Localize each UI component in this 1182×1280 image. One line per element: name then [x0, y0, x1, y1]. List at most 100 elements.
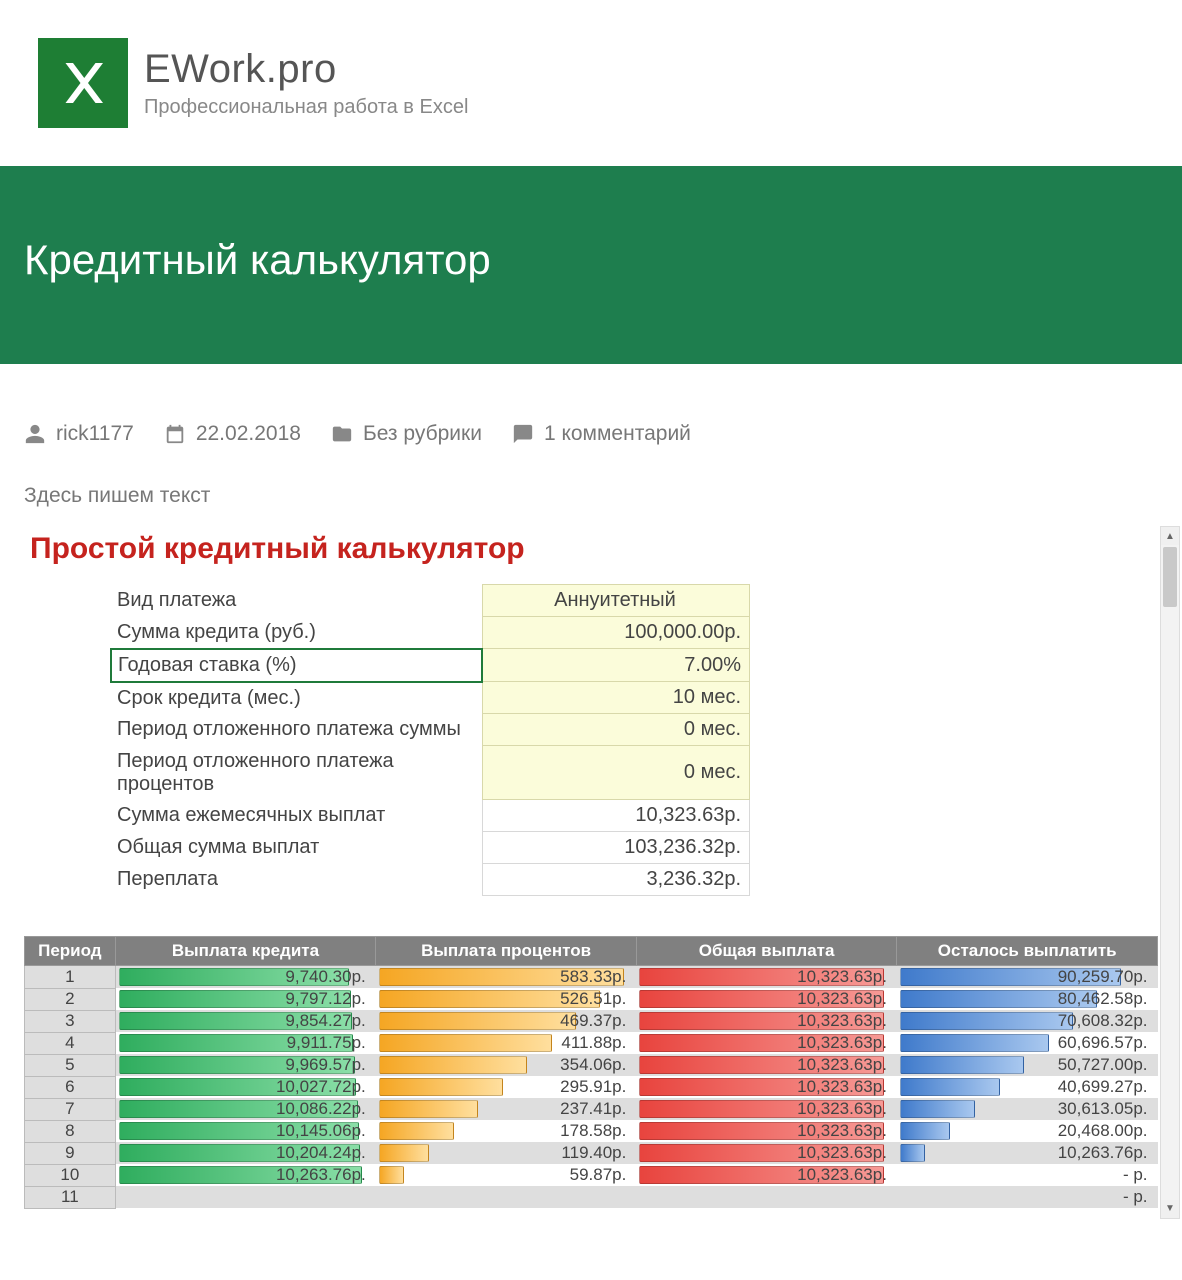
site-tagline: Профессиональная работа в Excel: [144, 96, 468, 119]
calendar-icon: [164, 423, 186, 445]
scroll-down-icon[interactable]: ▼: [1161, 1200, 1179, 1218]
calc-heading: Простой кредитный калькулятор: [24, 526, 1158, 584]
param-value[interactable]: 0 мес.: [482, 746, 749, 800]
cell-balance: 70,608.32р.: [897, 1010, 1158, 1032]
cell-period: 1: [25, 966, 116, 989]
scroll-thumb[interactable]: [1163, 547, 1177, 607]
param-value[interactable]: 0 мес.: [482, 714, 749, 746]
cell-balance: 10,263.76р.: [897, 1142, 1158, 1164]
param-value[interactable]: 100,000.00р.: [482, 617, 749, 649]
cell-value: 10,323.63р.: [640, 1120, 893, 1142]
cell-value: 10,263.76р.: [120, 1164, 372, 1186]
param-row: Годовая ставка (%)7.00%: [111, 649, 750, 682]
cell-interest: [376, 1186, 637, 1208]
user-icon: [24, 423, 46, 445]
cell-value: 9,969.57р.: [120, 1054, 372, 1076]
cell-value: 9,740.30р.: [120, 966, 372, 988]
cell-interest: 469.37р.: [376, 1010, 637, 1032]
cell-interest: 295.91р.: [376, 1076, 637, 1098]
site-header: EWork.pro Профессиональная работа в Exce…: [0, 0, 1182, 166]
cell-principal: 9,969.57р.: [115, 1054, 376, 1076]
cell-value: 119.40р.: [380, 1142, 633, 1164]
cell-principal: 9,797.12р.: [115, 988, 376, 1010]
param-label: Годовая ставка (%): [111, 649, 482, 682]
param-label: Вид платежа: [111, 585, 482, 617]
cell-total: 10,323.63р.: [636, 1164, 897, 1186]
category-name: Без рубрики: [363, 422, 482, 446]
cell-value: 60,696.57р.: [901, 1032, 1154, 1054]
cell-total: 10,323.63р.: [636, 1054, 897, 1076]
cell-value: 9,911.75р.: [120, 1032, 372, 1054]
cell-balance: 90,259.70р.: [897, 966, 1158, 989]
table-row: 39,854.27р. 469.37р. 10,323.63р.70,608.32р…: [25, 1010, 1158, 1032]
site-logo[interactable]: [38, 38, 128, 128]
cell-value: 10,323.63р.: [640, 988, 893, 1010]
cell-total: 10,323.63р.: [636, 1010, 897, 1032]
param-label: Период отложенного платежа суммы: [111, 714, 482, 746]
column-header: Осталось выплатить: [897, 937, 1158, 966]
param-value[interactable]: 7.00%: [482, 649, 749, 682]
excel-embed: Простой кредитный калькулятор Вид платеж…: [24, 526, 1158, 1219]
cell-principal: 10,145.06р.: [115, 1120, 376, 1142]
param-row: Сумма ежемесячных выплат10,323.63р.: [111, 800, 750, 832]
cell-value: 10,323.63р.: [640, 1032, 893, 1054]
cell-value: 40,699.27р.: [901, 1076, 1154, 1098]
cell-total: 10,323.63р.: [636, 1076, 897, 1098]
page-title: Кредитный калькулятор: [24, 236, 1158, 284]
cell-value: 237.41р.: [380, 1098, 633, 1120]
post-body-text: Здесь пишем текст: [0, 466, 1182, 508]
author-name: rick1177: [56, 422, 134, 446]
cell-value: 10,204.24р.: [120, 1142, 372, 1164]
cell-value: 10,027.72р.: [120, 1076, 372, 1098]
cell-period: 6: [25, 1076, 116, 1098]
cell-period: 9: [25, 1142, 116, 1164]
cell-principal: 9,911.75р.: [115, 1032, 376, 1054]
table-row: 11- р.: [25, 1186, 1158, 1208]
cell-interest: 178.58р.: [376, 1120, 637, 1142]
param-row: Период отложенного платежа процентов0 ме…: [111, 746, 750, 800]
cell-value: 10,323.63р.: [640, 1010, 893, 1032]
cell-value: 10,323.63р.: [640, 1142, 893, 1164]
cell-balance: 30,613.05р.: [897, 1098, 1158, 1120]
cell-total: 10,323.63р.: [636, 1142, 897, 1164]
scroll-up-icon[interactable]: ▲: [1161, 527, 1179, 545]
meta-date: 22.02.2018: [164, 422, 301, 446]
column-header: Выплата кредита: [115, 937, 376, 966]
cell-value: 10,145.06р.: [120, 1120, 372, 1142]
cell-principal: 9,740.30р.: [115, 966, 376, 989]
cell-period: 3: [25, 1010, 116, 1032]
column-header: Выплата процентов: [376, 937, 637, 966]
cell-total: 10,323.63р.: [636, 966, 897, 989]
param-label: Общая сумма выплат: [111, 832, 482, 864]
table-row: 1010,263.76р.59.87р.10,323.63р.- р.: [25, 1164, 1158, 1186]
cell-balance: - р.: [897, 1186, 1158, 1208]
meta-author[interactable]: rick1177: [24, 422, 134, 446]
scrollbar-vertical[interactable]: ▲ ▼: [1160, 526, 1180, 1219]
cell-interest: 354.06р.: [376, 1054, 637, 1076]
param-value[interactable]: Аннуитетный: [482, 585, 749, 617]
cell-period: 8: [25, 1120, 116, 1142]
cell-value: 9,854.27р.: [120, 1010, 372, 1032]
cell-period: 7: [25, 1098, 116, 1120]
cell-value: 469.37р.: [380, 1010, 633, 1032]
cell-total: [636, 1186, 897, 1208]
post-meta: rick1177 22.02.2018 Без рубрики 1 коммен…: [0, 364, 1182, 466]
post-date: 22.02.2018: [196, 422, 301, 446]
param-label: Сумма кредита (руб.): [111, 617, 482, 649]
param-row: Вид платежаАннуитетный: [111, 585, 750, 617]
cell-value: 10,323.63р.: [640, 1076, 893, 1098]
param-value[interactable]: 10 мес.: [482, 682, 749, 714]
cell-total: 10,323.63р.: [636, 1120, 897, 1142]
cell-value: 30,613.05р.: [901, 1098, 1154, 1120]
site-title[interactable]: EWork.pro: [144, 47, 468, 92]
cell-value: 10,263.76р.: [901, 1142, 1154, 1164]
cell-period: 5: [25, 1054, 116, 1076]
meta-category[interactable]: Без рубрики: [331, 422, 482, 446]
cell-principal: 10,263.76р.: [115, 1164, 376, 1186]
param-label: Сумма ежемесячных выплат: [111, 800, 482, 832]
table-row: 29,797.12р.526.51р.10,323.63р.80,462.58р…: [25, 988, 1158, 1010]
comment-icon: [512, 423, 534, 445]
comments-count: 1 комментарий: [544, 422, 691, 446]
meta-comments[interactable]: 1 комментарий: [512, 422, 691, 446]
cell-value: 10,323.63р.: [640, 966, 893, 988]
